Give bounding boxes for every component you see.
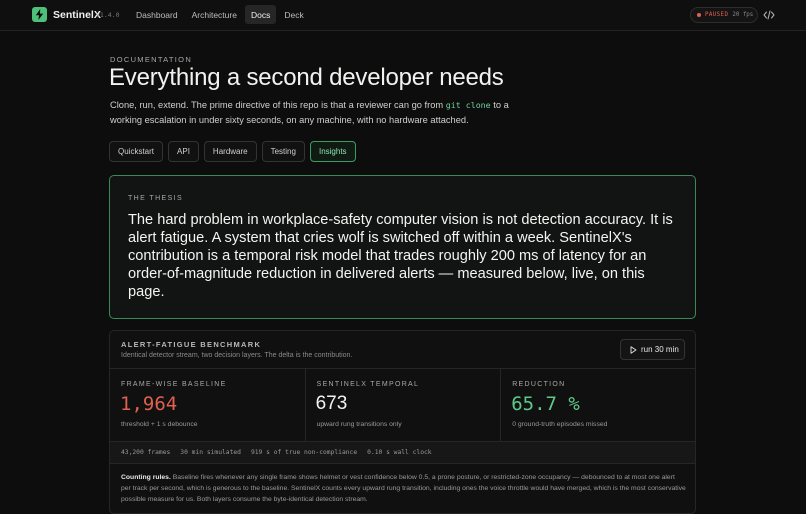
brand-name: SentinelX [53, 9, 101, 21]
page-title: Everything a second developer needs [109, 64, 504, 91]
tab-testing[interactable]: Testing [261, 141, 305, 162]
stat-note: threshold + 1 s debounce [121, 421, 198, 428]
nav-architecture[interactable]: Architecture [186, 5, 243, 24]
stat-value: 1,964 [120, 393, 178, 415]
fps-readout: 20 fps [732, 12, 754, 18]
stat-value: 673 [315, 393, 348, 414]
tab-hardware[interactable]: Hardware [203, 141, 257, 162]
thesis-card: THE THESIS The hard problem in workplace… [109, 175, 696, 319]
status-label: PAUSED [705, 12, 729, 18]
git-clone-code: git clone [445, 100, 491, 110]
tab-api[interactable]: API [168, 141, 199, 162]
lead-text-start: Clone, run, extend. The prime directive … [110, 100, 446, 110]
stat-label: REDUCTION [512, 381, 566, 388]
thesis-label: THE THESIS [128, 195, 184, 202]
counting-rules: Counting rules. Baseline fires whenever … [121, 472, 686, 505]
stat-temporal: SENTINELX TEMPORAL 673 upward rung trans… [306, 369, 502, 441]
benchmark-title: ALERT-FATIGUE BENCHMARK [121, 340, 262, 349]
meta-duration: 30 min simulated [180, 449, 241, 456]
status-badge[interactable]: PAUSED 20 fps [690, 7, 758, 23]
counting-rules-text: Baseline fires whenever any single frame… [121, 474, 686, 503]
top-bar: SentinelX v1.4.0 Dashboard Architecture … [0, 0, 806, 31]
stat-reduction: REDUCTION 65.7 % 0 ground-truth episodes… [501, 369, 695, 441]
lead-paragraph: Clone, run, extend. The prime directive … [110, 98, 530, 128]
stat-baseline: FRAME-WISE BASELINE 1,964 threshold + 1 … [110, 369, 306, 441]
thesis-text: The hard problem in workplace-safety com… [128, 212, 673, 300]
stat-label: FRAME-WISE BASELINE [121, 381, 227, 388]
benchmark-subtitle: Identical detector stream, two decision … [121, 352, 353, 359]
nav-docs[interactable]: Docs [244, 5, 277, 24]
section-eyebrow: DOCUMENTATION [110, 55, 193, 64]
stat-label: SENTINELX TEMPORAL [316, 381, 420, 388]
tab-quickstart[interactable]: Quickstart [109, 141, 164, 162]
meta-noncompliance: 919 s of true non-compliance [250, 449, 358, 456]
play-icon [630, 345, 637, 354]
benchmark-meta: 43,200 frames 30 min simulated 919 s of … [110, 441, 695, 464]
stat-note: 0 ground-truth episodes missed [512, 421, 608, 428]
bolt-icon [35, 9, 44, 20]
code-icon[interactable] [763, 9, 775, 21]
stat-value: 65.7 % [511, 393, 580, 415]
tab-insights[interactable]: Insights [309, 141, 356, 162]
logo[interactable] [32, 7, 47, 22]
run-benchmark-button[interactable]: run 30 min [620, 339, 685, 360]
docs-tabs: Quickstart API Hardware Testing Insights [109, 141, 356, 162]
stats-row: FRAME-WISE BASELINE 1,964 threshold + 1 … [110, 368, 695, 441]
stat-note: upward rung transitions only [316, 421, 402, 428]
meta-frames: 43,200 frames [121, 449, 171, 456]
run-button-label: run 30 min [641, 345, 679, 354]
main-nav: Dashboard Architecture Docs Deck [130, 5, 310, 24]
counting-rules-title: Counting rules. [121, 474, 171, 481]
version-label: v1.4.0 [96, 11, 120, 19]
status-dot [697, 13, 701, 17]
nav-dashboard[interactable]: Dashboard [130, 5, 184, 24]
benchmark-card: ALERT-FATIGUE BENCHMARK Identical detect… [109, 330, 696, 514]
meta-wallclock: 0.10 s wall clock [367, 449, 432, 456]
nav-deck[interactable]: Deck [278, 5, 309, 24]
